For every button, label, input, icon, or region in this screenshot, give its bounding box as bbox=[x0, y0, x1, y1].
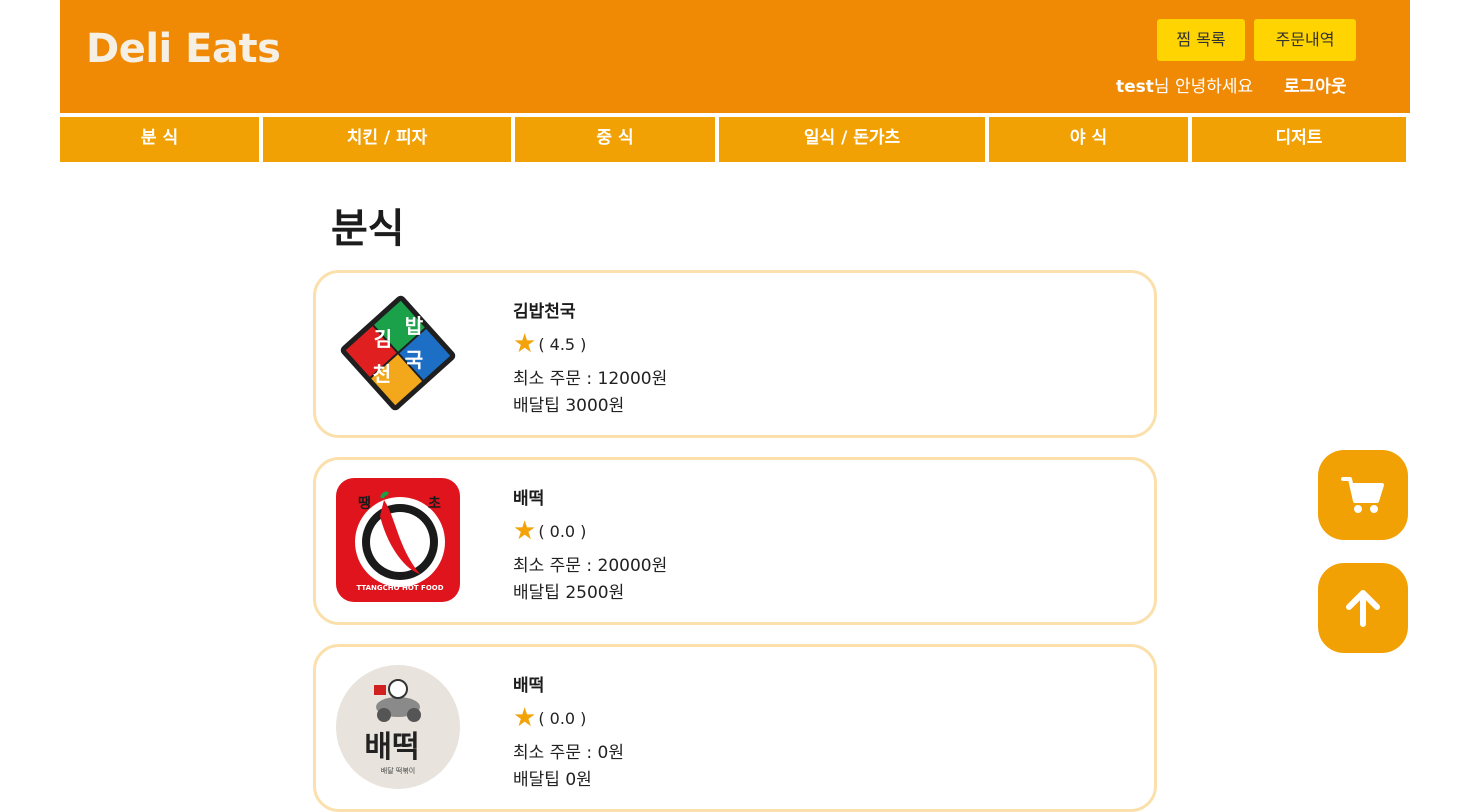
star-icon: ★ bbox=[513, 703, 537, 733]
order-history-button[interactable]: 주문내역 bbox=[1254, 19, 1356, 61]
baetteok-logo: 배떡 배달 떡볶이 bbox=[336, 665, 460, 789]
star-icon: ★ bbox=[513, 516, 537, 546]
store-name: 배떡 bbox=[513, 489, 545, 509]
user-greeting: test님 안녕하세요 bbox=[1116, 72, 1253, 97]
logout-link[interactable]: 로그아웃 bbox=[1284, 72, 1347, 97]
rating-value: ( 4.5 ) bbox=[538, 334, 587, 354]
store-rating: ★ ( 4.5 ) bbox=[513, 331, 586, 357]
site-logo[interactable]: Deli Eats bbox=[86, 26, 281, 72]
store-card[interactable]: 김 밥 천 국 김밥천국 ★ ( 4.5 ) 최소 주문 : 12000원 배달… bbox=[313, 270, 1157, 438]
svg-text:배달 떡볶이: 배달 떡볶이 bbox=[381, 766, 415, 775]
min-order: 최소 주문 : 0원 bbox=[513, 743, 624, 763]
svg-text:땡: 땡 bbox=[358, 495, 371, 512]
category-late-night[interactable]: 야 식 bbox=[989, 117, 1188, 162]
arrow-up-icon bbox=[1346, 590, 1380, 627]
category-japanese[interactable]: 일식 / 돈가츠 bbox=[719, 117, 985, 162]
svg-text:밥: 밥 bbox=[405, 314, 424, 338]
ttangcho-logo: TTANGCHO HOT FOOD 땡 초 bbox=[336, 478, 460, 602]
store-name: 배떡 bbox=[513, 676, 545, 696]
category-snack[interactable]: 분 식 bbox=[60, 117, 259, 162]
star-icon: ★ bbox=[513, 329, 537, 359]
store-card[interactable]: TTANGCHO HOT FOOD 땡 초 배떡 ★ ( 0.0 ) 최소 주문… bbox=[313, 457, 1157, 625]
store-rating: ★ ( 0.0 ) bbox=[513, 518, 586, 544]
gimbap-cheonguk-logo: 김 밥 천 국 bbox=[340, 295, 456, 411]
rating-value: ( 0.0 ) bbox=[538, 521, 587, 541]
category-chicken-pizza[interactable]: 치킨 / 피자 bbox=[263, 117, 511, 162]
page-title: 분식 bbox=[331, 206, 405, 252]
category-chinese[interactable]: 중 식 bbox=[515, 117, 715, 162]
svg-text:초: 초 bbox=[428, 496, 441, 512]
username: test bbox=[1116, 77, 1154, 97]
cart-icon bbox=[1341, 477, 1384, 513]
scroll-top-button[interactable] bbox=[1318, 563, 1408, 653]
cart-button[interactable] bbox=[1318, 450, 1408, 540]
svg-text:TTANGCHO HOT FOOD: TTANGCHO HOT FOOD bbox=[356, 584, 443, 592]
delivery-tip: 배달팁 0원 bbox=[513, 770, 592, 790]
site-header: Deli Eats 찜 목록 주문내역 test님 안녕하세요 로그아웃 bbox=[60, 0, 1410, 113]
category-dessert[interactable]: 디저트 bbox=[1192, 117, 1406, 162]
delivery-tip: 배달팁 2500원 bbox=[513, 583, 625, 603]
store-card[interactable]: 배떡 배달 떡볶이 배떡 ★ ( 0.0 ) 최소 주문 : 0원 배달팁 0원 bbox=[313, 644, 1157, 812]
rating-value: ( 0.0 ) bbox=[538, 708, 587, 728]
svg-text:국: 국 bbox=[405, 348, 423, 372]
store-name: 김밥천국 bbox=[513, 302, 576, 322]
wishlist-button[interactable]: 찜 목록 bbox=[1157, 19, 1245, 61]
greeting-text: 님 안녕하세요 bbox=[1153, 77, 1254, 97]
delivery-tip: 배달팁 3000원 bbox=[513, 396, 625, 416]
store-rating: ★ ( 0.0 ) bbox=[513, 705, 586, 731]
min-order: 최소 주문 : 12000원 bbox=[513, 369, 668, 389]
svg-text:김: 김 bbox=[374, 327, 392, 351]
svg-text:천: 천 bbox=[373, 362, 391, 386]
category-nav: 분 식 치킨 / 피자 중 식 일식 / 돈가츠 야 식 디저트 bbox=[60, 117, 1410, 162]
min-order: 최소 주문 : 20000원 bbox=[513, 556, 668, 576]
svg-text:배떡: 배떡 bbox=[364, 730, 419, 765]
